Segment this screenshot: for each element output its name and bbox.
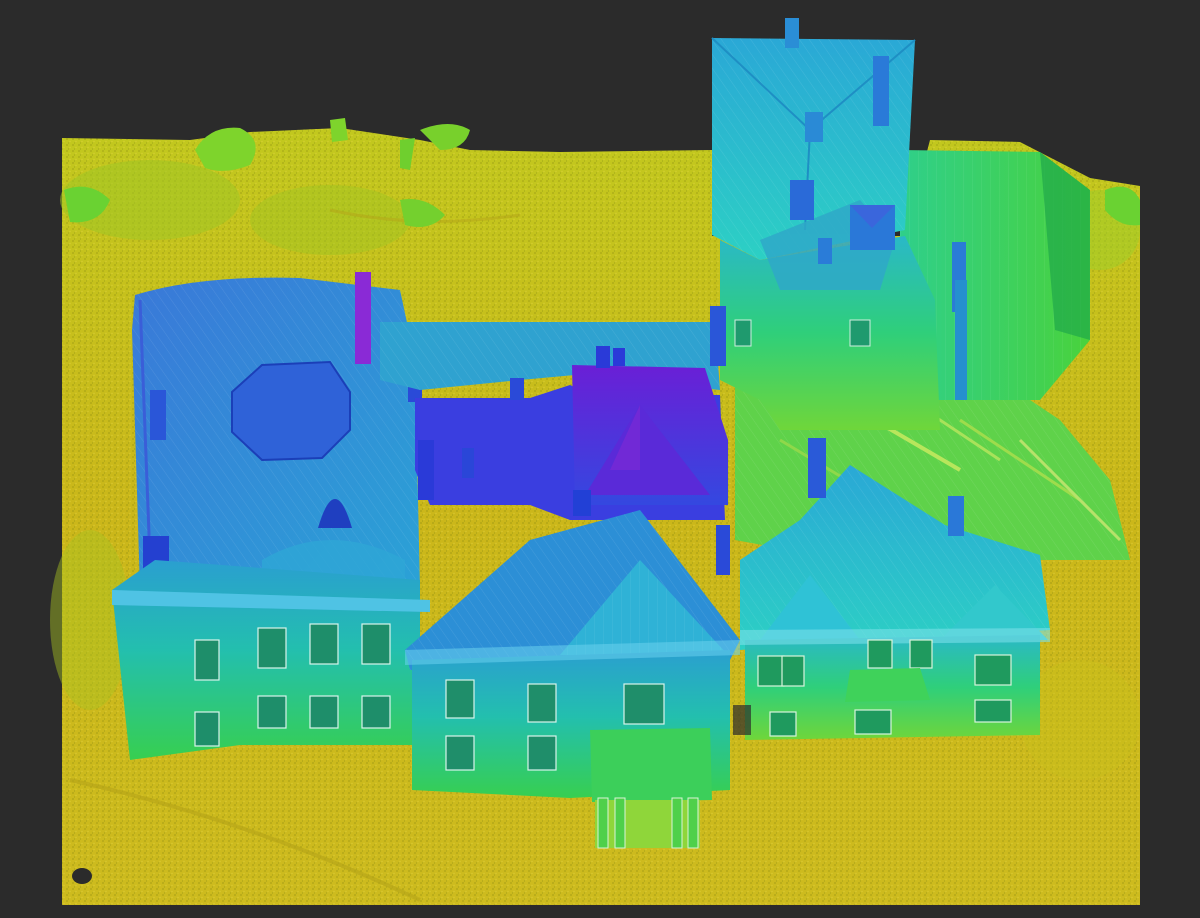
central-block: [380, 306, 728, 520]
point-cloud-render[interactable]: [0, 0, 1200, 918]
left-block: [132, 272, 422, 600]
left-facade: [112, 560, 430, 760]
3d-viewport[interactable]: [0, 0, 1200, 918]
